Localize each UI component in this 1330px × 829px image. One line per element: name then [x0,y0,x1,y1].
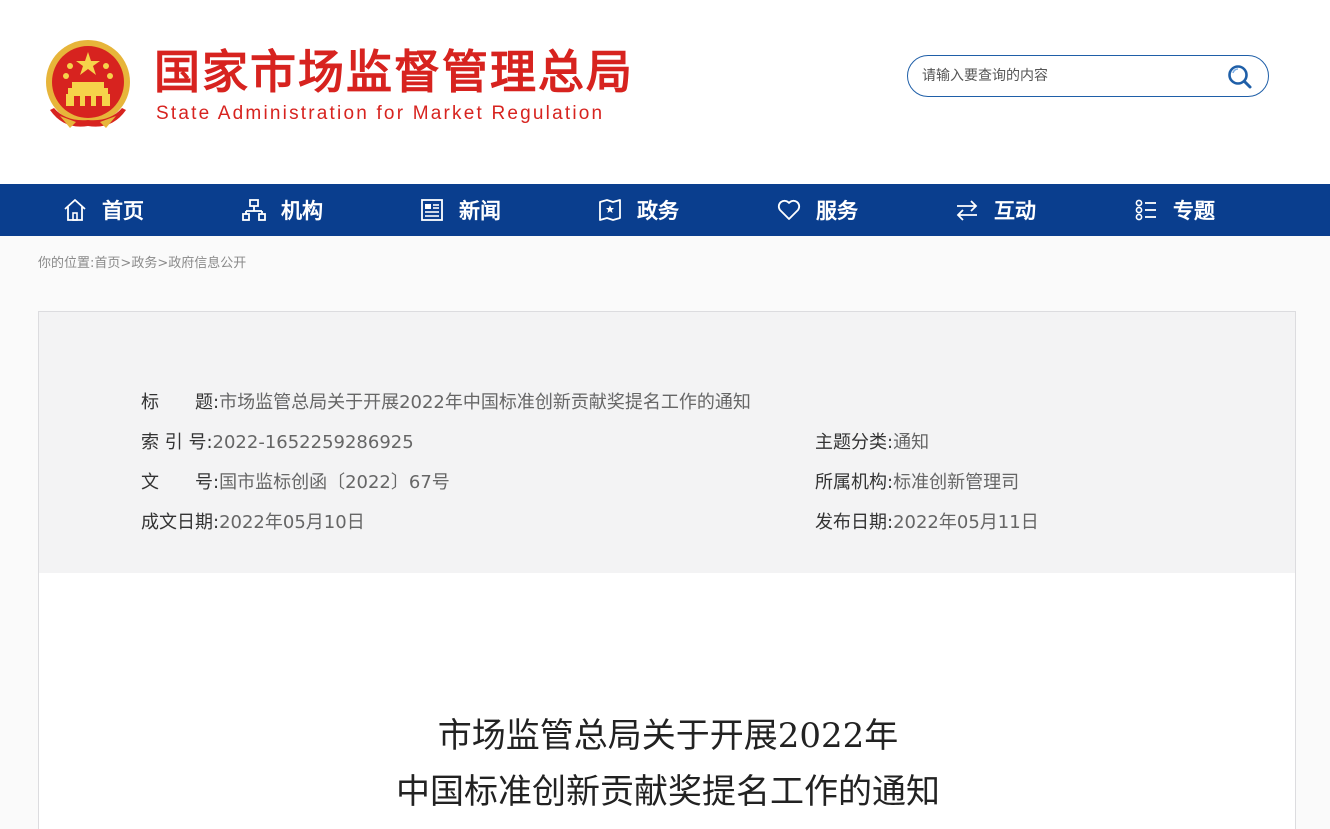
site-subtitle: State Administration for Market Regulati… [156,103,605,124]
nav-item-services[interactable]: 服务 [776,184,858,236]
nav-label-organization: 机构 [281,199,323,223]
nav-label-services: 服务 [816,199,858,223]
nav-item-government-affairs[interactable]: 政务 [597,184,679,236]
nav-item-news[interactable]: 新闻 [419,184,501,236]
info-label-date-published: 发布日期: [815,512,894,533]
home-icon [64,199,86,221]
info-row-index: 索 引 号:2022-1652259286925 [141,431,414,455]
nav-item-topics[interactable]: 专题 [1133,184,1215,236]
newspaper-icon [421,199,443,221]
info-row-date-published: 发布日期:2022年05月11日 [815,511,1039,535]
document-content: 市场监管总局关于开展2022年 中国标准创新贡献奖提名工作的通知 [38,573,1296,829]
heart-icon [777,199,801,220]
nav-item-interaction[interactable]: 互动 [954,184,1036,236]
info-label-index: 索 引 号: [141,432,213,453]
nav-label-interaction: 互动 [994,199,1036,223]
info-value-date-published: 2022年05月11日 [893,512,1039,533]
nav-label-home: 首页 [102,199,144,223]
government-affairs-icon [599,199,621,221]
breadcrumb-separator: > [120,256,132,271]
exchange-arrows-icon [956,200,978,221]
search-box [907,55,1269,97]
info-value-organization: 标准创新管理司 [893,472,1020,493]
nav-label-news: 新闻 [459,199,501,223]
info-row-title: 标 题:市场监管总局关于开展2022年中国标准创新贡献奖提名工作的通知 [141,391,751,415]
info-label-date-written: 成文日期: [141,512,220,533]
info-row-organization: 所属机构:标准创新管理司 [815,471,1019,495]
breadcrumb-link-information-disclosure[interactable]: 政府信息公开 [168,256,246,271]
breadcrumb-link-government-affairs[interactable]: 政务 [131,256,157,271]
national-emblem-icon [46,40,130,128]
site-title: 国家市场监督管理总局 [154,45,634,99]
info-label-organization: 所属机构: [815,472,894,493]
info-value-date-written: 2022年05月10日 [219,512,365,533]
breadcrumb-prefix: 你的位置: [38,256,95,271]
info-value-title: 市场监管总局关于开展2022年中国标准创新贡献奖提名工作的通知 [219,392,751,413]
nav-label-government-affairs: 政务 [637,199,679,223]
info-label-category: 主题分类: [815,432,894,453]
breadcrumb-link-home[interactable]: 首页 [94,256,120,271]
info-row-document-number: 文 号:国市监标创函〔2022〕67号 [141,471,450,495]
breadcrumb-separator: > [157,256,169,271]
info-value-index: 2022-1652259286925 [212,432,414,453]
document-title-line-1: 市场监管总局关于开展2022年 [437,716,899,756]
document-info-panel: 标 题:市场监管总局关于开展2022年中国标准创新贡献奖提名工作的通知 索 引 … [38,311,1296,574]
nav-item-home[interactable]: 首页 [62,184,144,236]
search-input[interactable] [922,65,1222,87]
org-chart-icon [242,199,266,221]
topic-list-icon [1135,199,1156,221]
info-value-document-number: 国市监标创函〔2022〕67号 [219,472,450,493]
nav-item-organization[interactable]: 机构 [241,184,323,236]
info-row-date-written: 成文日期:2022年05月10日 [141,511,365,535]
site-header: 国家市场监督管理总局 State Administration for Mark… [0,0,1330,184]
nav-label-topics: 专题 [1173,199,1215,223]
breadcrumb: 你的位置:首页>政务>政府信息公开 [38,252,246,271]
document-title-line-2: 中国标准创新贡献奖提名工作的通知 [396,772,940,812]
search-icon[interactable] [1226,64,1254,90]
info-value-category: 通知 [893,432,930,453]
info-label-document-number: 文 号: [141,472,220,493]
info-label-title: 标 题: [141,392,220,413]
info-row-category: 主题分类:通知 [815,431,929,455]
main-nav: 首页 机构 新闻 政务 服务 互动 专题 [0,184,1330,236]
